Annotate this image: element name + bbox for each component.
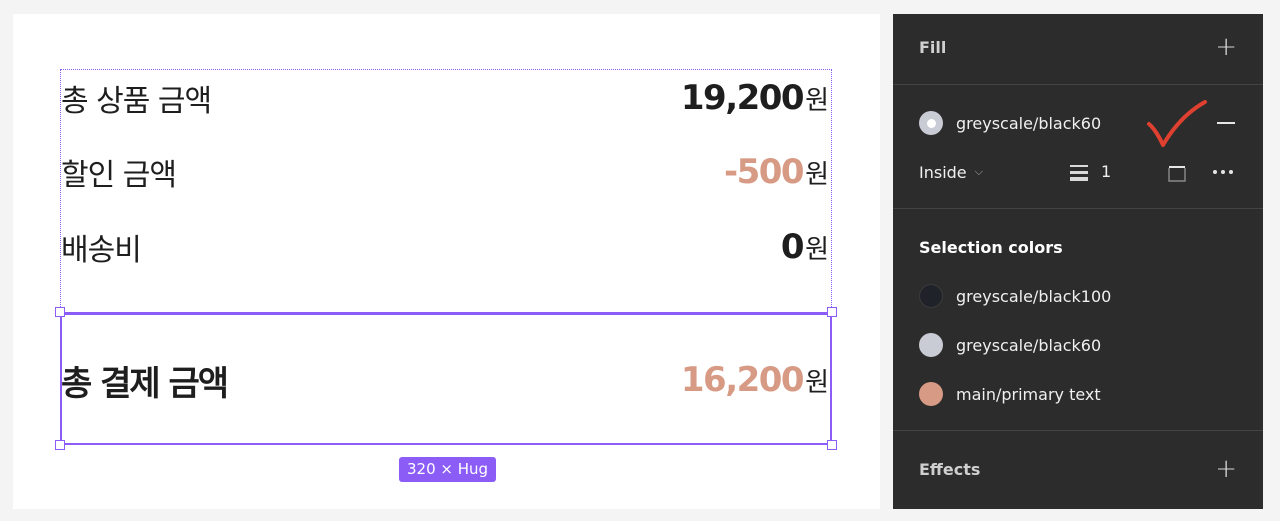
size-badge: 320 × Hug bbox=[399, 457, 497, 482]
stroke-weight-icon bbox=[1070, 165, 1088, 181]
discount-value: -500 bbox=[723, 152, 805, 192]
effects-section-header: Effects + bbox=[919, 454, 1237, 484]
resize-handle-bottom-right[interactable] bbox=[827, 440, 837, 450]
more-options-icon[interactable] bbox=[1213, 170, 1233, 174]
subtotal-amount: 19,200 원 bbox=[681, 78, 829, 118]
stroke-color-row[interactable]: greyscale/black60 bbox=[919, 109, 1101, 137]
effects-title: Effects bbox=[919, 459, 981, 479]
properties-panel: Fill + greyscale/black60 Inside ⌵ 1 Sele… bbox=[893, 14, 1263, 509]
plus-icon[interactable]: + bbox=[1215, 34, 1237, 60]
stroke-top-line bbox=[62, 314, 830, 315]
stroke-settings-row: Inside ⌵ 1 bbox=[919, 158, 1239, 186]
selection-color-item[interactable]: main/primary text bbox=[919, 380, 1101, 408]
currency-unit: 원 bbox=[805, 235, 829, 265]
divider bbox=[893, 208, 1263, 209]
row-subtotal[interactable]: 총 상품 금액 19,200 원 bbox=[61, 76, 829, 120]
selection-colors-title: Selection colors bbox=[919, 237, 1063, 257]
total-value: 16,200 bbox=[680, 360, 805, 400]
resize-handle-bottom-left[interactable] bbox=[55, 440, 65, 450]
currency-unit: 원 bbox=[805, 160, 829, 190]
fill-section-header: Fill + bbox=[919, 32, 1237, 62]
minus-icon[interactable] bbox=[1217, 122, 1235, 124]
stroke-sides-icon[interactable] bbox=[1167, 163, 1187, 183]
color-swatch[interactable] bbox=[919, 382, 943, 406]
selection-colors-header: Selection colors bbox=[919, 232, 1237, 262]
selection-color-item[interactable]: greyscale/black60 bbox=[919, 331, 1101, 359]
shipping-amount: 0 원 bbox=[781, 227, 829, 267]
shipping-label: 배송비 bbox=[61, 233, 142, 268]
chevron-down-icon: ⌵ bbox=[974, 165, 983, 178]
shipping-value: 0 bbox=[780, 227, 805, 267]
red-check-mark-icon bbox=[1147, 100, 1207, 147]
stroke-weight-value[interactable]: 1 bbox=[1101, 162, 1111, 181]
resize-handle-top-right[interactable] bbox=[827, 307, 837, 317]
selection-color-name[interactable]: main/primary text bbox=[956, 385, 1101, 404]
selection-color-name[interactable]: greyscale/black100 bbox=[956, 287, 1111, 306]
plus-icon[interactable]: + bbox=[1215, 456, 1237, 482]
fill-title: Fill bbox=[919, 37, 947, 57]
design-canvas[interactable]: 총 상품 금액 19,200 원 할인 금액 -500 원 배송비 0 원 총 … bbox=[13, 14, 880, 509]
color-swatch[interactable] bbox=[919, 284, 943, 308]
row-total[interactable]: 총 결제 금액 16,200 원 bbox=[61, 358, 829, 404]
divider bbox=[893, 430, 1263, 431]
divider bbox=[893, 84, 1263, 85]
total-label: 총 결제 금액 bbox=[61, 363, 229, 404]
total-amount: 16,200 원 bbox=[681, 360, 829, 400]
subtotal-value: 19,200 bbox=[680, 78, 805, 118]
row-discount[interactable]: 할인 금액 -500 원 bbox=[61, 150, 829, 194]
stroke-position-select[interactable]: Inside ⌵ bbox=[919, 158, 983, 186]
stroke-position-value: Inside bbox=[919, 162, 967, 182]
row-shipping[interactable]: 배송비 0 원 bbox=[61, 225, 829, 269]
stroke-color-name[interactable]: greyscale/black60 bbox=[956, 114, 1101, 133]
color-swatch[interactable] bbox=[919, 333, 943, 357]
color-swatch[interactable] bbox=[919, 111, 943, 135]
subtotal-label: 총 상품 금액 bbox=[61, 84, 212, 119]
resize-handle-top-left[interactable] bbox=[55, 307, 65, 317]
currency-unit: 원 bbox=[805, 86, 829, 116]
discount-label: 할인 금액 bbox=[61, 158, 177, 193]
selection-color-item[interactable]: greyscale/black100 bbox=[919, 282, 1111, 310]
discount-amount: -500 원 bbox=[724, 152, 829, 192]
currency-unit: 원 bbox=[805, 368, 829, 398]
selection-color-name[interactable]: greyscale/black60 bbox=[956, 336, 1101, 355]
